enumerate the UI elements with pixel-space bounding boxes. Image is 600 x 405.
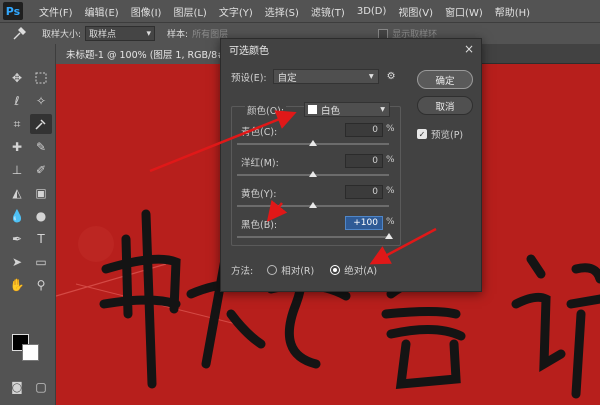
color-label: 颜色(O): (247, 106, 285, 117)
rectangle-tool-icon[interactable]: ▭ (30, 252, 52, 272)
black-slider-thumb[interactable] (385, 233, 393, 239)
black-value-field[interactable]: +100 (345, 216, 383, 230)
menu-window[interactable]: 窗口(W) (445, 4, 483, 19)
path-selection-tool-icon[interactable]: ➤ (6, 252, 28, 272)
move-tool-icon[interactable]: ✥ (6, 68, 28, 88)
selective-color-dialog: 可选颜色 × 预设(E): 自定 ▾ ⚙ 确定 取消 ✓ 预览(P) 颜色(O)… (220, 38, 482, 292)
magenta-value-field[interactable]: 0 (345, 154, 383, 168)
photoshop-logo: Ps (3, 2, 23, 20)
sample-label: 样本: (167, 30, 189, 40)
color-select[interactable]: 白色 ▾ (304, 102, 390, 117)
menu-filter[interactable]: 滤镜(T) (311, 4, 345, 19)
magic-wand-tool-icon[interactable]: ✧ (30, 91, 52, 111)
yellow-slider-label: 黄色(Y): (241, 189, 277, 200)
cancel-button[interactable]: 取消 (417, 96, 473, 115)
cyan-slider-thumb[interactable] (309, 140, 317, 146)
lasso-tool-icon[interactable]: ℓ (6, 91, 28, 111)
preview-checkbox-icon[interactable]: ✓ (417, 129, 427, 139)
history-brush-tool-icon[interactable]: ✐ (30, 160, 52, 180)
pen-tool-icon[interactable]: ✒ (6, 229, 28, 249)
method-label: 方法: (231, 266, 254, 277)
magenta-slider-thumb[interactable] (309, 171, 317, 177)
eyedropper-tool-icon[interactable] (30, 114, 52, 134)
color-label-row: 颜色(O): (245, 103, 287, 117)
yellow-slider-thumb[interactable] (309, 202, 317, 208)
preset-options-gear-icon[interactable]: ⚙ (387, 71, 396, 82)
black-slider-track[interactable] (237, 236, 389, 238)
menu-select[interactable]: 选择(S) (265, 4, 299, 19)
clone-stamp-tool-icon[interactable]: ⊥ (6, 160, 28, 180)
black-percent-unit: % (386, 217, 395, 227)
method-row: 方法: 相对(R) 绝对(A) (231, 263, 377, 277)
ok-button[interactable]: 确定 (417, 70, 473, 89)
preview-label: 预览(P) (431, 130, 464, 141)
method-relative-label: 相对(R) (281, 266, 315, 277)
zoom-tool-icon[interactable]: ⚲ (30, 275, 52, 295)
eraser-tool-icon[interactable]: ◭ (6, 183, 28, 203)
eyedropper-preset-icon[interactable] (8, 25, 30, 43)
black-slider-label: 黑色(B): (241, 220, 278, 231)
sample-size-select[interactable]: 取样点 ▾ (85, 26, 156, 41)
preset-row: 预设(E): 自定 ▾ ⚙ (231, 69, 396, 84)
tools-panel: ✥ ℓ ✧ ⌗ ✚ ✎ ⊥ ✐ ◭ ▣ 💧 ● ✒ T ➤ ▭ ✋ ⚲ … ◙ … (0, 44, 56, 405)
chevron-down-icon: ▾ (146, 28, 152, 39)
color-select-value: 白色 (321, 105, 341, 117)
hand-tool-icon[interactable]: ✋ (6, 275, 28, 295)
method-relative-option[interactable]: 相对(R) (267, 263, 314, 277)
dodge-tool-icon[interactable]: ● (30, 206, 52, 226)
preset-select[interactable]: 自定 ▾ (272, 69, 379, 84)
menu-layer[interactable]: 图层(L) (173, 4, 206, 19)
absolute-radio-icon[interactable] (330, 265, 341, 275)
menu-help[interactable]: 帮助(H) (495, 4, 530, 19)
sample-size-value: 取样点 (89, 30, 117, 40)
dialog-titlebar[interactable]: 可选颜色 × (221, 39, 481, 60)
menu-3d[interactable]: 3D(D) (357, 6, 387, 17)
preset-label: 预设(E): (231, 72, 267, 84)
crop-tool-icon[interactable]: ⌗ (6, 114, 28, 134)
method-absolute-label: 绝对(A) (344, 266, 378, 277)
screen-mode-icon[interactable]: ▢ (30, 377, 52, 397)
cyan-slider-label: 青色(C): (241, 127, 278, 138)
relative-radio-icon[interactable] (267, 265, 278, 275)
sample-size-label: 取样大小: (42, 30, 82, 40)
blur-tool-icon[interactable]: 💧 (6, 206, 28, 226)
healing-brush-tool-icon[interactable]: ✚ (6, 137, 28, 157)
canvas-glow (78, 226, 114, 262)
preview-row[interactable]: ✓ 预览(P) (417, 127, 463, 141)
gradient-tool-icon[interactable]: ▣ (30, 183, 52, 203)
menu-file[interactable]: 文件(F) (39, 4, 73, 19)
color-select-value-wrap: 白色 (308, 103, 340, 117)
method-absolute-option[interactable]: 绝对(A) (330, 263, 377, 277)
quick-mask-icon[interactable]: ◙ (6, 377, 28, 397)
background-color-swatch[interactable] (22, 344, 39, 361)
cyan-percent-unit: % (386, 124, 395, 134)
marquee-tool-icon[interactable] (30, 68, 52, 88)
brush-tool-icon[interactable]: ✎ (30, 137, 52, 157)
cyan-value-field[interactable]: 0 (345, 123, 383, 137)
type-tool-icon[interactable]: T (30, 229, 52, 249)
menubar: Ps 文件(F) 编辑(E) 图像(I) 图层(L) 文字(Y) 选择(S) 滤… (0, 0, 600, 22)
dialog-title: 可选颜色 (229, 46, 269, 57)
yellow-percent-unit: % (386, 186, 395, 196)
menu-view[interactable]: 视图(V) (398, 4, 433, 19)
menu-edit[interactable]: 编辑(E) (85, 4, 119, 19)
yellow-value-field[interactable]: 0 (345, 185, 383, 199)
menu-image[interactable]: 图像(I) (131, 4, 162, 19)
dialog-close-icon[interactable]: × (464, 42, 474, 56)
document-tab-title: 未标题-1 @ 100% (图层 1, RGB/8#) * (66, 50, 237, 61)
magenta-slider-label: 洋红(M): (241, 158, 279, 169)
show-ring-checkbox[interactable] (378, 28, 389, 39)
chevron-down-icon: ▾ (368, 71, 374, 82)
menu-type[interactable]: 文字(Y) (219, 4, 253, 19)
magenta-percent-unit: % (386, 155, 395, 165)
preset-value: 自定 (277, 72, 297, 84)
white-swatch-icon (308, 105, 317, 114)
chevron-down-icon: ▾ (380, 104, 385, 115)
